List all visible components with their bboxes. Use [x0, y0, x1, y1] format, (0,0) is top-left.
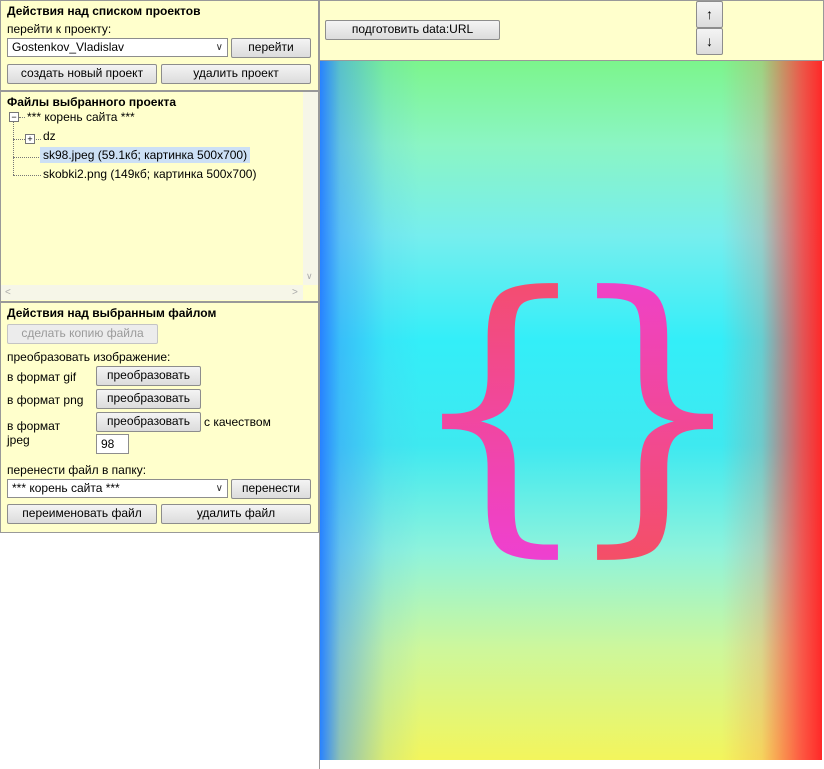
vertical-scrollbar[interactable]	[303, 92, 318, 285]
file-actions-panel: Действия над выбранным файлом сделать ко…	[0, 302, 319, 533]
project-select[interactable]: Gostenkov_Vladislav ∨	[7, 38, 228, 57]
tree-line	[34, 139, 41, 140]
delete-file-button[interactable]: удалить файл	[161, 504, 311, 524]
png-label: в формат png	[7, 393, 84, 407]
move-file-button[interactable]: перенести	[231, 479, 311, 499]
tree-line	[13, 175, 41, 176]
expand-icon[interactable]: +	[25, 134, 35, 144]
scroll-down-icon[interactable]: ∨	[306, 271, 313, 282]
tree-line	[13, 139, 25, 140]
jpeg-quality-input[interactable]: 98	[96, 434, 129, 454]
tree-line	[13, 122, 14, 175]
move-target-value: *** корень сайта ***	[12, 481, 120, 495]
image-preview: { }	[320, 61, 822, 760]
tree-item-file-selected[interactable]: sk98.jpeg (59.1кб; картинка 500x700)	[40, 147, 251, 163]
create-project-button[interactable]: создать новый проект	[7, 64, 157, 84]
tree-item-file[interactable]: skobki2.png (149кб; картинка 500x700)	[43, 166, 256, 182]
arrow-up-icon: ↑	[706, 6, 713, 22]
projects-panel: Действия над списком проектов перейти к …	[0, 0, 319, 91]
collapse-icon[interactable]: −	[9, 112, 19, 122]
quality-label: с качеством	[204, 415, 271, 429]
chevron-down-icon: ∨	[215, 483, 223, 494]
tree-root[interactable]: *** корень сайта ***	[27, 109, 135, 125]
convert-jpeg-button[interactable]: преобразовать	[96, 412, 201, 432]
chevron-down-icon: ∨	[215, 42, 223, 53]
tree-line	[19, 117, 25, 118]
goto-project-button[interactable]: перейти	[231, 38, 311, 58]
convert-gif-button[interactable]: преобразовать	[96, 366, 201, 386]
arrow-down-icon: ↓	[706, 33, 713, 49]
jpeg-label-2: jpeg	[7, 433, 30, 447]
delete-project-button[interactable]: удалить проект	[161, 64, 311, 84]
copy-file-button[interactable]: сделать копию файла	[7, 324, 158, 344]
rename-file-button[interactable]: переименовать файл	[7, 504, 157, 524]
preview-graphic: { }	[405, 233, 751, 582]
move-label: перенести файл в папку:	[7, 463, 147, 477]
move-target-select[interactable]: *** корень сайта *** ∨	[7, 479, 228, 498]
prepare-dataurl-button[interactable]: подготовить data:URL	[325, 20, 500, 40]
right-brace: }	[560, 233, 751, 582]
file-actions-header: Действия над выбранным файлом	[7, 306, 217, 320]
scroll-left-icon[interactable]: <	[5, 287, 11, 298]
move-up-button[interactable]: ↑	[696, 1, 723, 28]
files-header: Файлы выбранного проекта	[7, 95, 177, 109]
convert-label: преобразовать изображение:	[7, 350, 171, 364]
gif-label: в формат gif	[7, 370, 77, 384]
tree-line	[13, 157, 41, 158]
convert-png-button[interactable]: преобразовать	[96, 389, 201, 409]
toolbar-panel: подготовить data:URL ↑ ↓	[319, 0, 824, 61]
project-select-value: Gostenkov_Vladislav	[12, 40, 125, 54]
scroll-right-icon[interactable]: >	[292, 287, 298, 298]
jpeg-label: в формат	[7, 419, 61, 433]
goto-project-label: перейти к проекту:	[7, 22, 112, 36]
files-panel: Файлы выбранного проекта − *** корень са…	[0, 91, 319, 302]
tree-item-folder[interactable]: dz	[43, 128, 56, 144]
projects-header: Действия над списком проектов	[7, 4, 201, 18]
move-down-button[interactable]: ↓	[696, 28, 723, 55]
horizontal-scrollbar[interactable]	[1, 285, 303, 300]
